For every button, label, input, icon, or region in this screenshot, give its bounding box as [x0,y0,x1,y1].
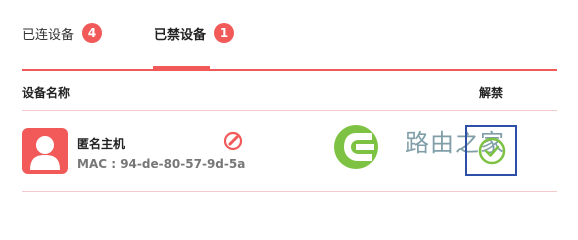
header-divider [22,110,557,111]
device-mac: MAC : 94-de-80-57-9d-5a [77,157,246,171]
tab-label: 已禁设备 [154,27,207,43]
count-badge: 4 [82,23,103,43]
tab-banned-devices[interactable]: 已禁设备 1 [154,22,235,44]
pencil-icon[interactable] [222,130,244,152]
column-header-unban: 解禁 [479,86,504,100]
count-badge: 1 [214,23,235,43]
tab-divider [22,69,557,71]
user-icon [22,128,68,174]
device-tabs: 已连设备 4 已禁设备 1 [0,0,578,70]
row-divider [22,191,557,192]
tab-label: 已连设备 [22,27,75,43]
tab-connected-devices[interactable]: 已连设备 4 [22,22,103,44]
column-header-device-name: 设备名称 [22,86,71,100]
device-name: 匿名主机 [77,137,126,151]
unban-button[interactable] [465,125,517,176]
unban-check-icon [478,137,506,165]
